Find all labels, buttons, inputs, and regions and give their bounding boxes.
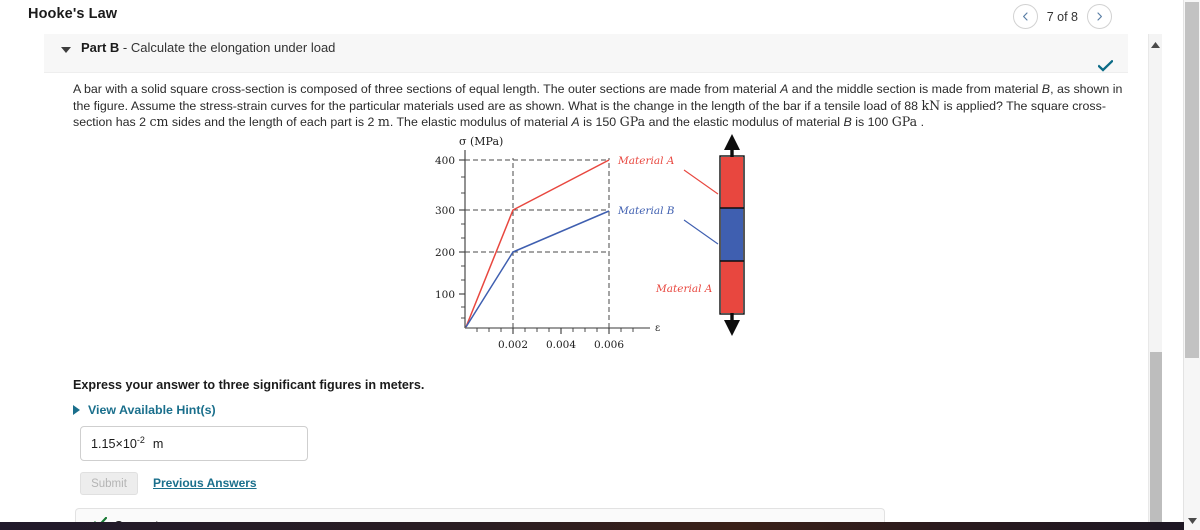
inner-scrollbar[interactable] — [1148, 34, 1162, 530]
statement-line1b: and the middle section is made from mate… — [788, 82, 1042, 96]
stress-strain-figure: σ (MPa) 400 300 200 100 0.002 0.004 0.00… — [432, 132, 762, 360]
unit-gigapascal-2: GPa — [891, 114, 918, 129]
part-label: Part B - Calculate the elongation under … — [81, 40, 335, 55]
y-axis-title: σ (MPa) — [459, 135, 503, 148]
x-tick-label-0004: 0.004 — [546, 339, 576, 351]
answer-instruction: Express your answer to three significant… — [73, 378, 425, 392]
chevron-right-icon — [1095, 12, 1104, 21]
triangle-up-icon[interactable] — [1149, 39, 1162, 51]
page-root: Hooke's Law 7 of 8 Part B - Calculate th… — [0, 0, 1200, 530]
previous-answers-link[interactable]: Previous Answers — [153, 476, 257, 490]
series-material-a-line — [465, 159, 610, 328]
browser-bottom-edge — [0, 522, 1184, 530]
x-axis-minor-ticks — [476, 328, 634, 332]
part-name: Part B — [81, 40, 120, 55]
statement-line2c: . The elastic modulus of material — [389, 115, 572, 129]
unit-kilonewton: kN — [921, 97, 941, 113]
answer-mantissa: 1.15×10 — [91, 437, 137, 452]
triangle-right-icon — [73, 405, 80, 415]
page-title: Hooke's Law — [28, 6, 118, 22]
top-bar: Hooke's Law 7 of 8 — [0, 0, 1160, 32]
answer-unit: m — [152, 436, 164, 451]
triangle-down-icon[interactable] — [1184, 513, 1200, 529]
x-axis-major-ticks — [512, 328, 610, 334]
statement-line1a: A bar with a solid square cross-section … — [73, 82, 781, 96]
x-tick-label-0002: 0.002 — [498, 339, 528, 351]
outer-scrollbar-thumb[interactable] — [1185, 2, 1199, 358]
chevron-down-icon[interactable] — [61, 47, 71, 53]
unit-centimeter: cm — [149, 114, 169, 129]
statement-line2e: and the elastic modulus of material — [645, 115, 844, 129]
leader-line-material-a — [683, 169, 719, 195]
inner-scrollbar-thumb[interactable] — [1150, 352, 1162, 530]
y-tick-label-200: 200 — [435, 247, 455, 259]
unit-meter: m — [377, 114, 390, 129]
next-question-button[interactable] — [1087, 4, 1112, 29]
answer-exponent: -2 — [136, 435, 145, 446]
answer-input[interactable]: 1.15×10-2 m — [80, 426, 308, 461]
problem-statement: A bar with a solid square cross-section … — [73, 82, 1128, 131]
chevron-left-icon — [1021, 12, 1030, 21]
figure-svg: σ (MPa) 400 300 200 100 0.002 0.004 0.00… — [435, 134, 745, 351]
y-axis-major-ticks — [459, 159, 465, 295]
legend-material-b: Material B — [617, 205, 675, 217]
bar-section-top-material-a — [721, 157, 743, 208]
leader-line-material-b — [683, 219, 719, 245]
statement-line2f: is 100 — [851, 115, 892, 129]
x-axis-title: ε — [655, 323, 660, 334]
legend-material-a: Material A — [617, 155, 675, 167]
y-axis-minor-ticks — [461, 176, 465, 319]
bar-diagram — [719, 134, 745, 336]
y-tick-label-100: 100 — [435, 289, 455, 301]
view-hints-label: View Available Hint(s) — [88, 403, 216, 417]
y-tick-label-400: 400 — [435, 155, 455, 167]
bar-section-middle-material-b — [721, 208, 743, 261]
statement-line2b: sides and the length of each part is 2 — [168, 115, 378, 129]
statement-line2d: is 150 — [579, 115, 620, 129]
y-tick-label-300: 300 — [435, 205, 455, 217]
statement-line2g: . — [917, 115, 925, 129]
view-hints-button[interactable]: View Available Hint(s) — [73, 403, 216, 417]
submit-button[interactable]: Submit — [80, 472, 138, 495]
x-tick-label-0006: 0.006 — [594, 339, 624, 351]
bar-section-bottom-material-a — [721, 261, 743, 313]
statement-material-a-2: A — [571, 115, 580, 129]
bar-diagram-label: Material A — [655, 283, 713, 295]
part-description: Calculate the elongation under load — [130, 40, 336, 55]
pager: 7 of 8 — [1012, 4, 1112, 29]
outer-scrollbar[interactable] — [1183, 0, 1200, 530]
part-header: Part B - Calculate the elongation under … — [44, 34, 1128, 73]
pager-label: 7 of 8 — [1046, 9, 1078, 24]
unit-gigapascal-1: GPa — [619, 114, 646, 129]
answer-value: 1.15×10-2 — [91, 435, 145, 451]
statement-material-b-2: B — [843, 115, 852, 129]
prev-question-button[interactable] — [1012, 4, 1038, 29]
series-material-b-line — [465, 210, 610, 328]
part-dash: - — [119, 40, 131, 55]
part-status-check-icon — [1097, 59, 1114, 75]
statement-material-b-1: B — [1041, 82, 1051, 96]
guide-lines — [465, 158, 610, 328]
